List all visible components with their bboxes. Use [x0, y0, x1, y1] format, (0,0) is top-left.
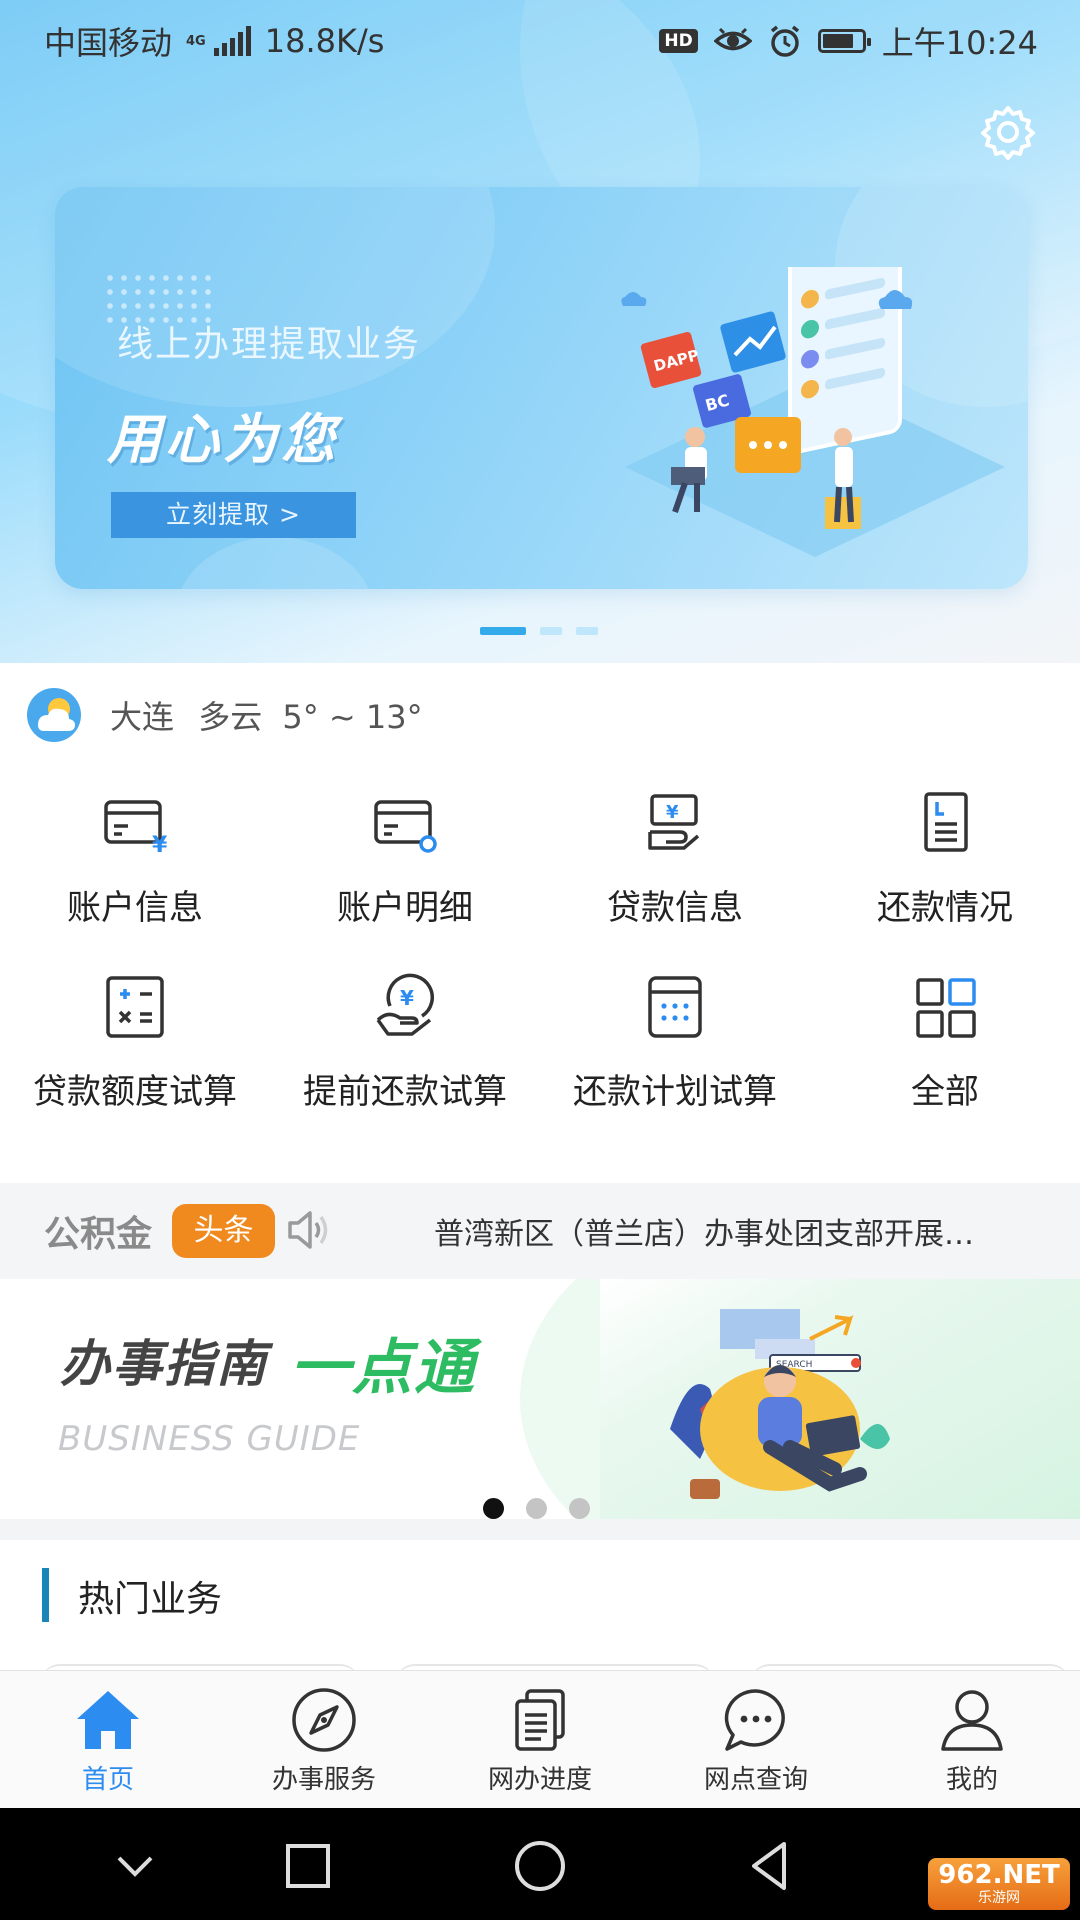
net-speed: 18.8K/s [264, 22, 385, 60]
ticker-headline[interactable]: 普湾新区（普兰店）办事处团支部开展… [434, 1209, 1034, 1253]
headline-tag: 头条 [172, 1204, 275, 1258]
home-icon [77, 1691, 139, 1749]
banner-page-indicator [480, 627, 598, 635]
status-bar: 中国移动 4G 18.8K/s HD 上午10:24 [0, 0, 1080, 76]
svg-text:¥: ¥ [152, 833, 168, 858]
carrier-label: 中国移动 [44, 24, 173, 62]
settings-gear-icon[interactable] [980, 104, 1036, 160]
watermark-logo: 962.NET 乐游网 [928, 1858, 1070, 1910]
promo-banner[interactable]: 线上办理提取业务 用心为您 立刻提取 > DAPP BC [55, 187, 1028, 589]
guide-highlight: 一点通 [290, 1333, 476, 1403]
card-yuan-icon: ¥ [104, 800, 168, 858]
guide-illustration: SEARCH [670, 1309, 890, 1499]
service-repayment-status[interactable]: 还款情况 [810, 788, 1080, 948]
svg-text:¥: ¥ [666, 802, 679, 823]
business-guide-banner[interactable]: 办事指南 一点通 BUSINESS GUIDE SEARCH [0, 1279, 1080, 1519]
clock: 上午10:24 [881, 24, 1038, 62]
network-type-icon: 4G [186, 33, 206, 49]
section-accent-bar [42, 1568, 49, 1622]
service-early-repay-calc[interactable]: ¥ 提前还款试算 [270, 972, 540, 1132]
service-account-info[interactable]: ¥ 账户信息 [0, 788, 270, 948]
svg-text:¥: ¥ [400, 986, 414, 1010]
document-icon [924, 792, 968, 852]
home-circle-icon[interactable] [510, 1836, 570, 1896]
weather-widget[interactable]: 大连 多云 5° ~ 13° [26, 687, 423, 743]
system-navigation-bar [0, 1808, 1080, 1920]
battery-icon [817, 29, 871, 53]
banner-illustration: DAPP BC [621, 267, 1005, 557]
back-triangle-icon[interactable] [740, 1836, 800, 1896]
tab-progress[interactable]: 网办进度 [432, 1685, 648, 1796]
guide-indicator-3[interactable] [568, 1498, 590, 1519]
banner-indicator-3[interactable] [576, 627, 598, 635]
ticker-brand: 公积金 [44, 1214, 153, 1255]
documents-icon [515, 1689, 565, 1751]
hot-business-title: 热门业务 [78, 1579, 223, 1620]
tab-services[interactable]: 办事服务 [216, 1685, 432, 1796]
chevron-down-icon[interactable] [105, 1836, 165, 1896]
speaker-icon [288, 1211, 328, 1249]
banner-title: 用心为您 [107, 408, 339, 471]
banner-subtitle: 线上办理提取业务 [117, 324, 422, 365]
weather-temperature: 5° ~ 13° [282, 698, 423, 736]
service-account-detail[interactable]: 账户明细 [270, 788, 540, 948]
quick-services-panel: 大连 多云 5° ~ 13° ¥ 账户信息 账户明细 ¥ 贷款信息 还款情况 贷… [0, 663, 1080, 1183]
tab-mine[interactable]: 我的 [864, 1685, 1080, 1796]
user-icon [941, 1690, 1003, 1751]
tab-outlets[interactable]: 网点查询 [648, 1685, 864, 1796]
weather-city: 大连 [110, 698, 175, 736]
guide-indicator-2[interactable] [525, 1498, 547, 1519]
yuan-hand-icon: ¥ [376, 973, 434, 1036]
banner-indicator-2[interactable] [540, 627, 562, 635]
eye-icon [713, 27, 752, 51]
hd-icon: HD [659, 29, 698, 53]
calendar-icon [648, 976, 702, 1038]
grid-icon [916, 978, 976, 1038]
calculator-icon [106, 976, 164, 1038]
chat-icon [724, 1689, 785, 1751]
guide-indicator-1[interactable] [482, 1498, 504, 1519]
service-repay-plan-calc[interactable]: 还款计划试算 [540, 972, 810, 1132]
cloudy-weather-icon [27, 688, 81, 742]
signal-icon [213, 26, 251, 56]
guide-title: 办事指南 [60, 1335, 268, 1393]
card-detail-icon [374, 800, 437, 853]
compass-icon [292, 1688, 356, 1752]
news-ticker[interactable]: 公积金 头条 普湾新区（普兰店）办事处团支部开展… [0, 1183, 1080, 1279]
alarm-icon [770, 25, 799, 57]
bottom-tab-bar: 首页 办事服务 网办进度 网点查询 我的 [0, 1670, 1080, 1809]
guide-page-indicator [0, 1498, 1076, 1519]
hot-business-section: 热门业务 [0, 1540, 1080, 1670]
loan-hand-icon: ¥ [648, 794, 700, 850]
service-loan-info[interactable]: ¥ 贷款信息 [540, 788, 810, 948]
service-all[interactable]: 全部 [810, 972, 1080, 1132]
weather-condition: 多云 [198, 698, 263, 736]
tab-home[interactable]: 首页 [0, 1685, 216, 1796]
service-loan-quota-calc[interactable]: 贷款额度试算 [0, 972, 270, 1132]
recent-apps-icon[interactable] [278, 1836, 338, 1896]
banner-indicator-1[interactable] [480, 627, 526, 635]
withdraw-now-button[interactable]: 立刻提取 > [111, 492, 356, 538]
guide-subtitle: BUSINESS GUIDE [58, 1419, 361, 1459]
